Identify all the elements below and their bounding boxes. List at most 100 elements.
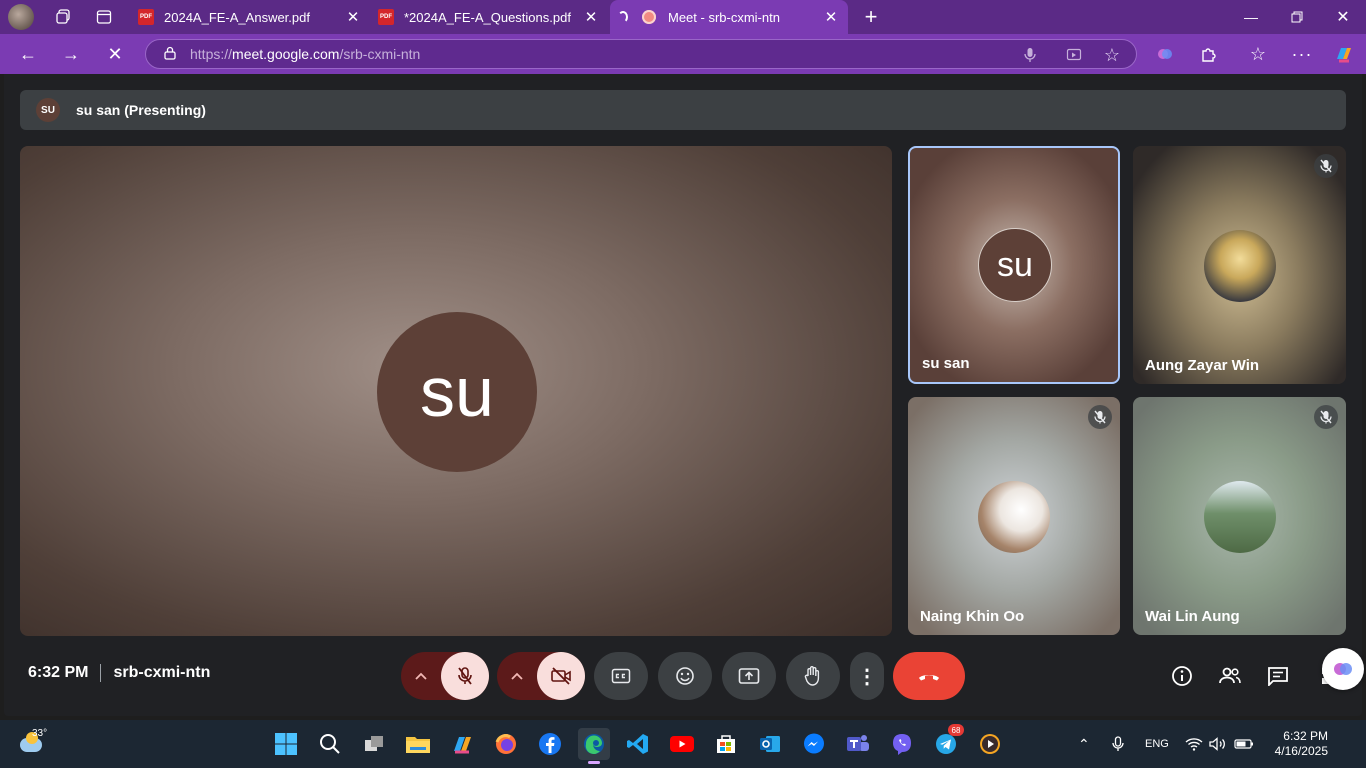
minimize-button[interactable]: —	[1228, 0, 1274, 34]
tab-questions-pdf[interactable]: PDF *2024A_FE-A_Questions.pdf ✕	[370, 0, 608, 34]
system-clock[interactable]: 6:32 PM 4/16/2025	[1266, 720, 1328, 768]
notification-badge: 68	[948, 724, 964, 736]
clock-time: 6:32 PM	[1283, 729, 1328, 743]
tab-bar: PDF 2024A_FE-A_Answer.pdf ✕ PDF *2024A_F…	[0, 0, 1366, 34]
participant-name: Wai Lin Aung	[1145, 608, 1240, 625]
tab-answer-pdf[interactable]: PDF 2024A_FE-A_Answer.pdf ✕	[130, 0, 370, 34]
copilot-icon[interactable]	[1330, 40, 1358, 68]
url-path: /srb-cxmi-ntn	[339, 46, 421, 62]
volume-icon[interactable]	[1209, 720, 1227, 768]
meet-app: SU su san (Presenting) su su su san Aung…	[4, 74, 1364, 716]
viber-icon[interactable]	[886, 728, 918, 760]
teams-icon[interactable]	[842, 728, 874, 760]
firefox-icon[interactable]	[490, 728, 522, 760]
muted-mic-icon	[1314, 405, 1338, 429]
favorite-star-icon[interactable]: ☆	[1104, 45, 1120, 66]
language-indicator[interactable]: ENG	[1145, 720, 1169, 768]
tab-title: 2024A_FE-A_Answer.pdf	[164, 9, 310, 25]
participant-tile-wai-lin-aung[interactable]: Wai Lin Aung	[1133, 397, 1346, 635]
meeting-code: srb-cxmi-ntn	[113, 664, 211, 681]
tab-meet[interactable]: Meet - srb-cxmi-ntn ✕	[610, 0, 848, 34]
participant-name: su san	[922, 355, 970, 372]
media-player-icon[interactable]	[974, 728, 1006, 760]
raise-hand-button[interactable]	[786, 652, 840, 700]
microphone-tray-icon[interactable]	[1112, 720, 1124, 768]
restore-button[interactable]	[1274, 0, 1320, 34]
participant-tile-su-san[interactable]: su su san	[908, 146, 1120, 384]
meeting-time: 6:32 PM	[28, 664, 89, 681]
tab-title: Meet - srb-cxmi-ntn	[668, 9, 780, 25]
cast-icon[interactable]	[1066, 47, 1082, 66]
weather-temp: 33°	[32, 728, 48, 739]
mic-icon[interactable]	[1024, 47, 1036, 66]
participant-photo	[1204, 481, 1276, 553]
meeting-info: 6:32 PM srb-cxmi-ntn	[28, 664, 210, 682]
copilot-extension-icon[interactable]	[1151, 40, 1179, 68]
show-hidden-icons[interactable]: ⌃	[1078, 720, 1090, 768]
people-icon[interactable]	[1214, 662, 1246, 690]
lock-icon[interactable]	[164, 46, 176, 63]
divider	[100, 664, 102, 682]
address-bar[interactable]: https://meet.google.com/srb-cxmi-ntn ☆	[145, 39, 1137, 69]
close-tab-icon[interactable]: ✕	[344, 8, 362, 26]
stop-loading-button[interactable]: ✕	[101, 40, 129, 68]
pdf-icon: PDF	[138, 9, 154, 25]
search-icon[interactable]	[314, 728, 346, 760]
leave-call-button[interactable]	[893, 652, 965, 700]
participant-tile-aung-zayar-win[interactable]: Aung Zayar Win	[1133, 146, 1346, 384]
start-button[interactable]	[270, 728, 302, 760]
participant-tile-naing-khin-oo[interactable]: Naing Khin Oo	[908, 397, 1120, 635]
main-stage[interactable]: su	[20, 146, 892, 636]
facebook-icon[interactable]	[534, 728, 566, 760]
participant-avatar: su	[978, 228, 1052, 302]
messenger-icon[interactable]	[798, 728, 830, 760]
main-avatar: su	[377, 312, 537, 472]
forward-button[interactable]: →	[57, 40, 85, 68]
task-view-icon[interactable]	[358, 728, 390, 760]
microphone-toggle-button[interactable]	[441, 652, 489, 700]
vertical-tabs-icon[interactable]	[93, 6, 115, 28]
profile-avatar[interactable]	[8, 4, 34, 30]
new-tab-button[interactable]: +	[858, 4, 884, 30]
presenting-label: su san (Presenting)	[76, 102, 206, 118]
tab-title: *2024A_FE-A_Questions.pdf	[404, 9, 571, 25]
workspaces-icon[interactable]	[52, 6, 74, 28]
favorites-icon[interactable]: ☆	[1244, 40, 1272, 68]
url-prefix: https://	[190, 46, 233, 62]
chat-icon[interactable]	[1262, 662, 1294, 690]
wifi-icon[interactable]	[1185, 720, 1203, 768]
presenting-bar: SU su san (Presenting)	[20, 90, 1346, 130]
back-button[interactable]: ←	[14, 40, 42, 68]
telegram-icon[interactable]: 68	[930, 724, 964, 760]
copilot-app-icon[interactable]	[446, 728, 478, 760]
vscode-icon[interactable]	[622, 728, 654, 760]
pdf-icon: PDF	[378, 9, 394, 25]
youtube-icon[interactable]	[666, 728, 698, 760]
edge-browser-icon[interactable]	[578, 728, 610, 764]
microsoft-store-icon[interactable]	[710, 728, 742, 760]
close-tab-icon[interactable]: ✕	[822, 8, 840, 26]
more-options-button[interactable]: ⋮	[850, 652, 884, 700]
presenter-avatar: SU	[36, 98, 60, 122]
muted-mic-icon	[1088, 405, 1112, 429]
present-screen-button[interactable]	[722, 652, 776, 700]
weather-widget[interactable]: 33°	[16, 728, 56, 760]
captions-button[interactable]	[594, 652, 648, 700]
battery-icon[interactable]	[1234, 720, 1254, 768]
participant-name: Naing Khin Oo	[920, 608, 1025, 625]
outlook-icon[interactable]	[754, 728, 786, 760]
file-explorer-icon[interactable]	[402, 728, 434, 760]
extensions-icon[interactable]	[1195, 40, 1223, 68]
close-window-button[interactable]: ✕	[1320, 0, 1366, 34]
camera-toggle-button[interactable]	[537, 652, 585, 700]
more-menu-icon[interactable]: ···	[1288, 40, 1316, 68]
reactions-button[interactable]	[658, 652, 712, 700]
meeting-details-icon[interactable]	[1166, 662, 1198, 690]
address-toolbar: ← → ✕ https://meet.google.com/srb-cxmi-n…	[0, 34, 1366, 74]
close-tab-icon[interactable]: ✕	[582, 8, 600, 26]
participant-name: Aung Zayar Win	[1145, 357, 1260, 374]
chevron-up-icon	[511, 667, 523, 685]
copilot-floating-button[interactable]	[1322, 648, 1364, 690]
muted-mic-icon	[1314, 154, 1338, 178]
participant-photo	[1204, 230, 1276, 302]
